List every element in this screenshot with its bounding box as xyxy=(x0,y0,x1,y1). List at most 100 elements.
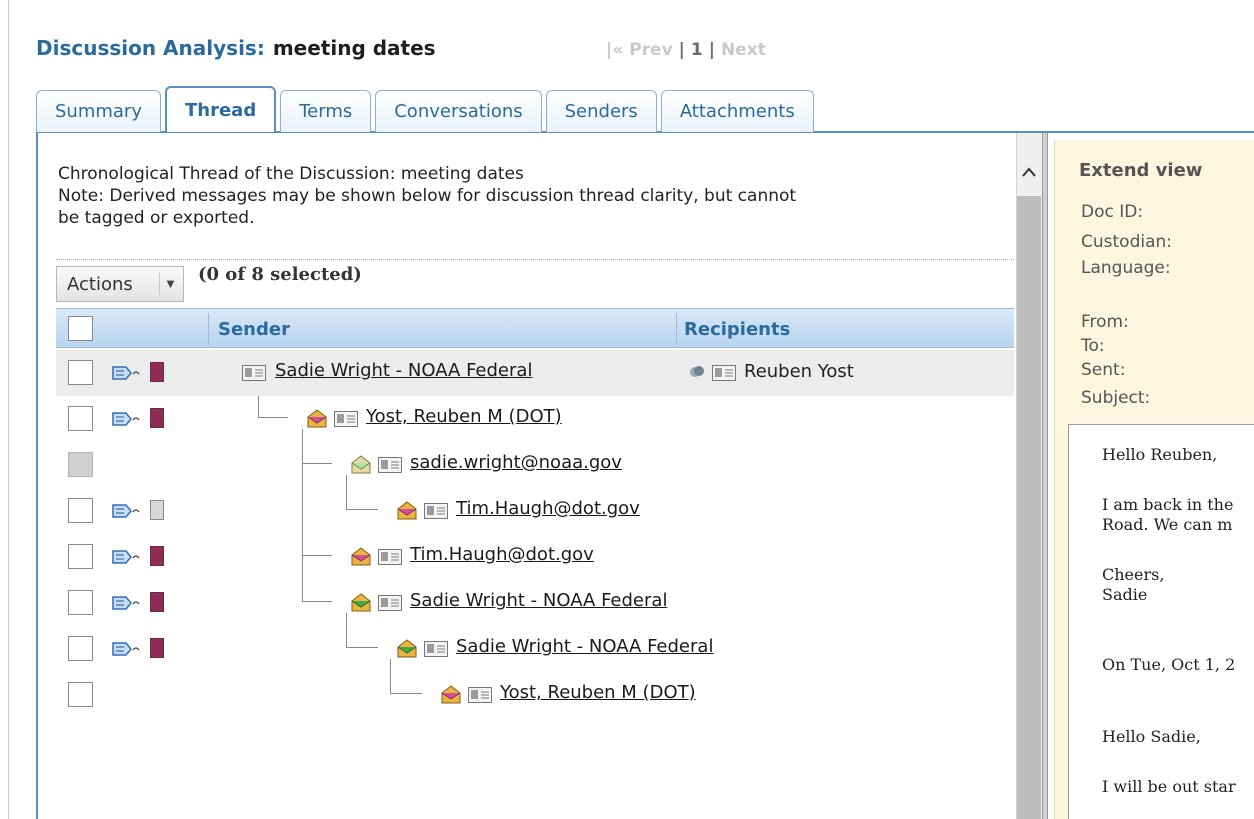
preview-line: Road. We can m xyxy=(1102,515,1233,534)
sender-link[interactable]: Yost, Reuben M (DOT) xyxy=(366,406,580,427)
tab-conversations[interactable]: Conversations xyxy=(375,90,542,132)
sender-link[interactable]: Tim.Haugh@dot.gov xyxy=(410,544,612,565)
tab-attachments[interactable]: Attachments xyxy=(660,90,814,132)
tag-swatch xyxy=(150,408,164,428)
preview-line: I am back in the xyxy=(1102,495,1234,514)
table-row[interactable]: Yost, Reuben M (DOT) xyxy=(56,672,1014,718)
prev-page-button[interactable]: Prev xyxy=(629,40,672,60)
row-checkbox[interactable] xyxy=(68,682,93,707)
table-row[interactable]: sadie.wright@noaa.gov xyxy=(56,442,1014,488)
preview-line: Hello Reuben, xyxy=(1102,445,1218,464)
table-row[interactable]: Yost, Reuben M (DOT) xyxy=(56,396,1014,442)
tab-bar: Summary Thread Terms Conversations Sende… xyxy=(36,86,818,132)
preview-line: On Tue, Oct 1, 2 xyxy=(1102,655,1236,674)
open-envelope-icon xyxy=(351,547,371,566)
row-checkbox[interactable] xyxy=(68,360,93,385)
preview-line: I will be out star xyxy=(1102,777,1236,796)
sender-link[interactable]: Tim.Haugh@dot.gov xyxy=(456,498,658,519)
tab-terms[interactable]: Terms xyxy=(280,90,372,132)
sender-link[interactable]: Sadie Wright - NOAA Federal xyxy=(275,360,550,381)
page-title-label: Discussion Analysis: xyxy=(36,36,265,60)
sender-link[interactable]: Sadie Wright - NOAA Federal xyxy=(410,590,685,611)
doc-id-label: Doc ID: xyxy=(1081,202,1144,222)
page-title: Discussion Analysis: meeting dates xyxy=(36,36,436,64)
actions-label: Actions xyxy=(67,273,133,295)
message-preview[interactable]: Hello Reuben, I am back in the Road. We … xyxy=(1068,424,1254,819)
from-label: From: xyxy=(1081,312,1129,332)
message-tag-icon xyxy=(112,550,140,564)
message-tag-icon xyxy=(112,642,140,656)
message-tag-icon xyxy=(112,366,140,380)
sender-link[interactable]: Yost, Reuben M (DOT) xyxy=(500,682,714,703)
column-header-sender[interactable]: Sender xyxy=(218,309,290,349)
scrollbar-thumb[interactable] xyxy=(1017,196,1041,819)
tag-swatch xyxy=(150,546,164,566)
select-all-checkbox[interactable] xyxy=(68,316,93,341)
table-row[interactable]: Tim.Haugh@dot.gov xyxy=(56,534,1014,580)
chevron-down-icon[interactable]: ▼ xyxy=(159,273,181,295)
sent-label: Sent: xyxy=(1081,360,1126,380)
custodian-label: Custodian: xyxy=(1081,232,1173,252)
reply-envelope-icon xyxy=(397,639,417,658)
row-checkbox[interactable] xyxy=(68,544,93,569)
open-envelope-icon xyxy=(397,501,417,520)
message-tag-icon xyxy=(112,412,140,426)
grid-header: Sender Recipients xyxy=(56,308,1014,348)
pane-splitter[interactable] xyxy=(1042,133,1048,819)
tab-summary[interactable]: Summary xyxy=(36,90,161,132)
sender-link[interactable]: sadie.wright@noaa.gov xyxy=(410,452,640,473)
table-row[interactable]: Sadie Wright - NOAA Federal xyxy=(56,626,1014,672)
recipient-name: Reuben Yost xyxy=(744,361,854,382)
table-row[interactable]: Tim.Haugh@dot.gov xyxy=(56,488,1014,534)
table-row[interactable]: Sadie Wright - NOAA Federal xyxy=(56,580,1014,626)
page-title-value: meeting dates xyxy=(272,36,436,60)
contact-card-icon xyxy=(334,411,358,427)
preview-line: Sadie xyxy=(1102,585,1148,604)
recipient-group-icon xyxy=(690,366,704,377)
row-checkbox[interactable] xyxy=(68,406,93,431)
contact-card-icon xyxy=(712,365,736,381)
open-envelope-icon xyxy=(441,685,461,704)
left-frame-border xyxy=(8,0,9,819)
actions-dropdown[interactable]: Actions ▼ xyxy=(56,266,184,302)
contact-card-icon xyxy=(424,641,448,657)
preview-line: Cheers, xyxy=(1102,565,1165,584)
column-separator xyxy=(676,313,677,345)
contact-card-icon xyxy=(468,687,492,703)
row-checkbox xyxy=(68,452,93,477)
tab-thread[interactable]: Thread xyxy=(165,86,277,132)
row-checkbox[interactable] xyxy=(68,590,93,615)
tag-swatch xyxy=(150,592,164,612)
subject-label: Subject: xyxy=(1081,388,1151,408)
pager-separator: | xyxy=(708,40,715,60)
tag-swatch xyxy=(150,362,164,382)
extend-view-title: Extend view xyxy=(1079,160,1203,181)
contact-card-icon xyxy=(378,549,402,565)
table-row[interactable]: Sadie Wright - NOAA Federal Reuben Yost xyxy=(56,350,1014,396)
message-tag-icon xyxy=(112,504,140,518)
row-checkbox[interactable] xyxy=(68,636,93,661)
first-page-button[interactable]: |« xyxy=(606,40,623,60)
scroll-up-icon[interactable] xyxy=(1016,160,1042,184)
column-header-recipients[interactable]: Recipients xyxy=(684,309,790,349)
column-separator xyxy=(208,313,209,345)
contact-card-icon xyxy=(424,503,448,519)
thread-panel: Chronological Thread of the Discussion: … xyxy=(36,133,1016,819)
thread-description: Chronological Thread of the Discussion: … xyxy=(58,163,1008,229)
divider xyxy=(56,259,1014,260)
tab-senders[interactable]: Senders xyxy=(545,90,657,132)
contact-card-icon xyxy=(378,595,402,611)
thread-note-line: be tagged or exported. xyxy=(58,208,255,228)
open-envelope-icon xyxy=(307,409,327,428)
selection-count: (0 of 8 selected) xyxy=(198,264,362,285)
forward-envelope-icon xyxy=(351,455,371,474)
contact-card-icon xyxy=(378,457,402,473)
contact-card-icon xyxy=(242,365,266,381)
next-page-button[interactable]: Next xyxy=(721,40,766,60)
message-tag-icon xyxy=(112,596,140,610)
pager: |« Prev | 1 | Next xyxy=(606,40,766,60)
sender-link[interactable]: Sadie Wright - NOAA Federal xyxy=(456,636,731,657)
row-checkbox[interactable] xyxy=(68,498,93,523)
current-page: 1 xyxy=(690,40,703,60)
thread-note-line: Note: Derived messages may be shown belo… xyxy=(58,186,797,206)
